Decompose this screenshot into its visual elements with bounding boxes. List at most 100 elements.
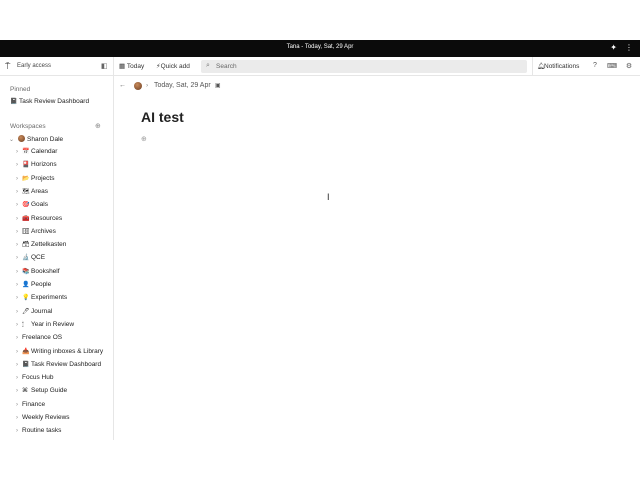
sidebar-item[interactable]: › Weekly Reviews — [16, 414, 70, 424]
back-arrow-icon[interactable]: ← — [119, 82, 126, 89]
item-emoji-icon: 📚 — [22, 268, 30, 275]
item-emoji-icon: 🕯 — [22, 321, 24, 328]
item-emoji-icon: 🗃 — [22, 242, 30, 249]
add-node-icon[interactable]: ⊕ — [141, 135, 147, 143]
sidebar-item-label: Focus Hub — [22, 374, 54, 382]
today-label: Today — [126, 63, 145, 70]
screen-margin-bottom — [0, 440, 640, 480]
day-tag-icon[interactable]: ▣ — [215, 82, 221, 89]
sidebar-item-label: Weekly Reviews — [22, 414, 70, 421]
item-emoji-icon: 📓 — [22, 361, 30, 368]
item-emoji-icon: 📅 — [22, 149, 30, 155]
sidebar-item-label: Routine tasks — [22, 427, 62, 435]
screen-margin-top — [0, 0, 640, 40]
sidebar-item[interactable]: › 🗄Archives — [16, 228, 56, 238]
sidebar-item-label: Zettelkasten — [31, 241, 67, 249]
notifications-label: Notifications — [544, 63, 580, 70]
search-input[interactable]: ⌕ Search — [201, 60, 527, 73]
sidebar-item[interactable]: › 🎯 Goals — [16, 201, 48, 211]
sidebar-item-label: Finance — [22, 400, 46, 408]
sidebar-item[interactable]: › 🧰 Resources — [16, 215, 62, 225]
sidebar-item-label: Projects — [31, 174, 55, 182]
search-placeholder: Search — [216, 63, 237, 70]
window-title: Tana - Today, Sat, 29 Apr — [286, 44, 354, 50]
sidebar-item-label: Year in Review — [31, 320, 75, 328]
sidebar-item[interactable]: › Finance — [16, 401, 45, 411]
notifications-button[interactable]: 🔔︎ Notifications — [532, 57, 585, 76]
item-emoji-icon: 🗄 — [22, 228, 30, 235]
pinned-item-task-review-dashboard[interactable]: 📓 Task Review Dashboard — [10, 98, 89, 105]
item-emoji-icon: 🖊 — [22, 308, 30, 315]
add-workspace-icon[interactable]: ⊕ — [95, 122, 101, 130]
item-emoji-icon: 🎴 — [22, 162, 30, 169]
item-emoji-icon: 🗺 — [22, 188, 30, 195]
breadcrumb[interactable]: Today, Sat, 29 Apr — [154, 82, 211, 89]
sidebar-item-label: Freelance OS — [22, 334, 63, 342]
quick-add-button[interactable]: ⚡Quick add — [156, 62, 190, 70]
more-options-icon[interactable]: ⋮ — [625, 43, 633, 52]
help-icon[interactable]: ? — [589, 62, 601, 69]
keyboard-icon[interactable]: ⌨ — [606, 62, 618, 70]
extension-pin-icon[interactable]: ✦ — [610, 43, 617, 52]
quick-add-label: Quick add — [160, 63, 190, 70]
sidebar-item[interactable]: › ⌘ Setup Guide — [16, 387, 67, 397]
item-emoji-icon: 💡 — [22, 295, 30, 302]
avatar — [18, 135, 25, 142]
sidebar-item[interactable]: › 🖊Journal — [16, 308, 52, 318]
sidebar-item-label: Archives — [31, 227, 56, 235]
sidebar-item-label: Resources — [31, 214, 63, 222]
sidebar-item[interactable]: › 📂 Projects — [16, 175, 54, 185]
sidebar-item[interactable]: › 👤 People — [16, 281, 51, 291]
sidebar-item-label: Journal — [31, 307, 53, 315]
item-emoji-icon: 🔬 — [22, 255, 30, 262]
sidebar-item[interactable]: › Freelance OS — [16, 334, 62, 344]
breadcrumb-avatar[interactable] — [134, 82, 142, 90]
item-emoji-icon: 👤 — [22, 282, 30, 288]
sidebar-item-label: Setup Guide — [31, 387, 68, 395]
sidebar-item[interactable]: › 📚 Bookshelf — [16, 268, 60, 278]
early-access-label[interactable]: Early access — [17, 63, 51, 69]
sidebar-item[interactable]: › 🗃Zettelkasten — [16, 241, 66, 251]
sidebar-item-label: Writing inboxes & Library — [31, 347, 104, 355]
workspaces-section-label: Workspaces — [10, 123, 46, 130]
pinned-item-label: Task Review Dashboard — [19, 98, 90, 105]
window-titlebar: Tana - Today, Sat, 29 Apr ✦ ⋮ — [0, 40, 640, 57]
sidebar-item[interactable]: › 📅 Calendar — [16, 148, 57, 158]
workspace-sharon-dale[interactable]: ⌄ Sharon Dale — [9, 135, 63, 143]
item-emoji-icon: 🎯 — [22, 202, 30, 209]
today-button[interactable]: ▦ Today — [119, 62, 144, 70]
item-emoji-icon: 📂 — [22, 175, 30, 182]
page-title[interactable]: AI test — [141, 109, 184, 125]
sidebar-item-label: Task Review Dashboard — [31, 360, 102, 368]
sidebar-item-label: QCE — [31, 254, 46, 262]
calendar-icon: ▦ — [119, 63, 126, 70]
top-toolbar: ⍑ Early access ◧ ▦ Today ⚡Quick add ⌕ Se… — [0, 57, 640, 76]
sidebar-item-label: Calendar — [31, 148, 58, 155]
sidebar-item[interactable]: › Routine tasks — [16, 427, 61, 437]
sidebar-item[interactable]: › 🎴 Horizons — [16, 161, 57, 171]
chevron-down-icon[interactable]: ⌄ — [9, 136, 15, 143]
sidebar-item-label: Areas — [31, 187, 48, 195]
sidebar-item[interactable]: › 📓 Task Review Dashboard — [16, 361, 101, 371]
breadcrumb-chevron-icon: › — [146, 82, 149, 89]
sidebar-item[interactable]: › 🕯 Year in Review — [16, 321, 74, 331]
sidebar-item[interactable]: › 📥 Writing inboxes & Library — [16, 348, 103, 358]
sidebar-toggle-icon[interactable]: ◧ — [101, 62, 108, 70]
workspace-name: Sharon Dale — [27, 136, 64, 143]
tana-logo-icon[interactable]: ⍑ — [5, 61, 10, 72]
settings-gear-icon[interactable]: ⚙ — [623, 62, 635, 70]
item-emoji-icon: ⌘ — [22, 388, 28, 395]
item-emoji-icon: 📥 — [22, 348, 30, 355]
sidebar-item-label: Goals — [31, 201, 48, 209]
pinned-section-label: Pinned — [10, 86, 31, 93]
notebook-icon: 📓 — [10, 99, 18, 105]
main-panel: ← › Today, Sat, 29 Apr ▣ AI test ⊕ I — [114, 76, 640, 440]
item-emoji-icon: 🧰 — [22, 215, 30, 222]
sidebar-item[interactable]: › 🔬 QCE — [16, 254, 45, 264]
sidebar-item[interactable]: › 🗺Areas — [16, 188, 48, 198]
sidebar-item-label: Bookshelf — [31, 267, 60, 275]
search-icon: ⌕ — [206, 62, 210, 69]
sidebar-item[interactable]: › Focus Hub — [16, 374, 53, 384]
sidebar-header: ⍑ Early access ◧ — [0, 57, 114, 76]
sidebar-item[interactable]: › 💡 Experiments — [16, 294, 67, 304]
